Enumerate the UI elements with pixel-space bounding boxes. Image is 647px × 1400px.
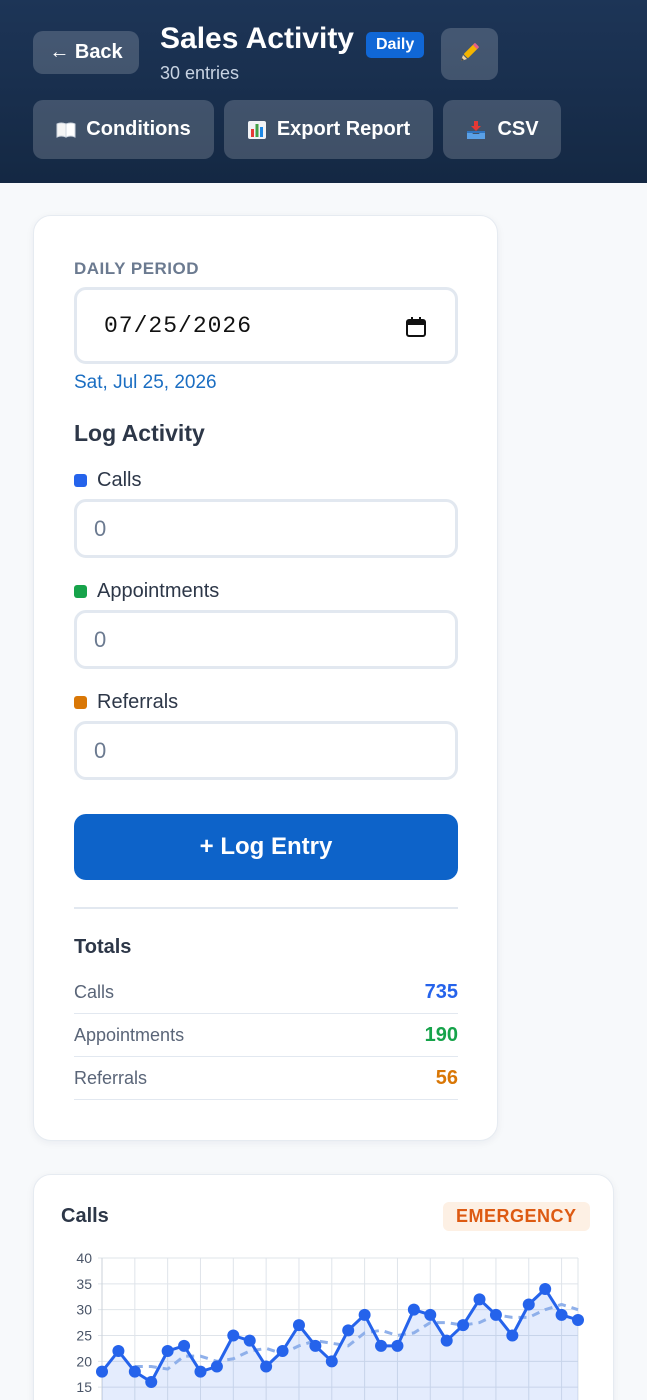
totals-calls-value: 735 [424, 980, 458, 1003]
y-tick-label: 25 [76, 1328, 92, 1344]
book-icon [56, 122, 76, 138]
referrals-input[interactable]: 0 [74, 721, 458, 780]
totals-appointments-label: Appointments [74, 1024, 185, 1045]
appointments-input-value: 0 [94, 626, 107, 652]
inbox-tray-icon [465, 120, 487, 140]
calls-data-point [161, 1345, 174, 1357]
conditions-label: Conditions [86, 118, 191, 140]
calls-data-point [375, 1339, 388, 1352]
pencil-icon [458, 40, 482, 69]
header: ← Back Sales Activity Daily 30 entries C… [0, 0, 647, 183]
calls-data-point [555, 1308, 568, 1321]
calls-label: Calls [97, 469, 142, 491]
appointments-field-label: Appointments [74, 580, 219, 603]
calls-data-point [473, 1293, 486, 1306]
back-button[interactable]: ← Back [33, 31, 139, 74]
totals-calls-label: Calls [74, 981, 115, 1002]
calls-data-point [407, 1303, 420, 1316]
divider [74, 907, 458, 909]
calls-data-point [309, 1339, 322, 1352]
calls-input[interactable]: 0 [74, 499, 458, 558]
calls-data-point [178, 1339, 191, 1352]
appointments-color-swatch [74, 585, 87, 598]
y-tick-label: 20 [76, 1353, 92, 1369]
date-input[interactable]: 07/25/2026 [74, 287, 458, 364]
log-entry-button[interactable]: + Log Entry [74, 814, 458, 880]
totals-appointments-value: 190 [424, 1023, 458, 1046]
calls-data-point [342, 1324, 355, 1337]
date-value: 07/25/2026 [104, 312, 253, 339]
totals-row-referrals: Referrals 56 [74, 1057, 458, 1100]
export-report-button[interactable]: Export Report [224, 100, 433, 159]
totals-row-calls: Calls 735 [74, 971, 458, 1014]
calls-data-point [522, 1298, 535, 1311]
calls-field-label: Calls [74, 469, 141, 492]
y-tick-label: 40 [76, 1250, 92, 1266]
y-tick-label: 30 [76, 1302, 92, 1318]
page-title: Sales Activity [160, 22, 354, 55]
totals-referrals-value: 56 [435, 1066, 458, 1089]
totals-heading: Totals [74, 936, 132, 958]
calls-data-point [358, 1308, 371, 1321]
edit-button[interactable] [441, 28, 498, 80]
calls-data-point [424, 1308, 437, 1321]
calls-color-swatch [74, 474, 87, 487]
calls-data-point [489, 1308, 502, 1321]
period-badge: Daily [366, 32, 425, 58]
y-tick-label: 35 [76, 1276, 92, 1292]
calendar-icon[interactable] [405, 316, 427, 345]
referrals-color-swatch [74, 696, 87, 709]
calls-data-point [145, 1376, 158, 1388]
conditions-button[interactable]: Conditions [33, 100, 214, 159]
calls-data-point [391, 1339, 404, 1352]
calls-data-point [128, 1365, 141, 1378]
calls-input-value: 0 [94, 515, 107, 541]
y-tick-label: 15 [76, 1379, 92, 1395]
calls-data-point [260, 1360, 273, 1373]
appointments-label: Appointments [97, 580, 220, 602]
calls-data-point [276, 1345, 289, 1357]
appointments-input[interactable]: 0 [74, 610, 458, 669]
calls-data-point [506, 1329, 519, 1342]
log-activity-heading: Log Activity [74, 420, 205, 446]
referrals-input-value: 0 [94, 737, 107, 763]
calls-data-point [292, 1319, 305, 1332]
export-report-label: Export Report [276, 118, 411, 140]
referrals-field-label: Referrals [74, 691, 178, 714]
calls-data-point [112, 1345, 125, 1357]
date-readable: Sat, Jul 25, 2026 [74, 372, 217, 393]
calls-data-point [325, 1355, 338, 1368]
calls-data-point [572, 1314, 584, 1326]
totals-row-appointments: Appointments 190 [74, 1014, 458, 1057]
calls-data-point [243, 1334, 256, 1347]
calls-data-point [194, 1365, 207, 1378]
calls-data-point [96, 1365, 108, 1378]
calls-chart-card: Calls EMERGENCY 40 35 30 25 20 15 [33, 1174, 614, 1400]
bar-chart-icon [247, 120, 267, 140]
calls-data-point [440, 1334, 453, 1347]
calls-data-point [210, 1360, 223, 1373]
calls-line-chart: 40 35 30 25 20 15 [76, 1250, 584, 1400]
log-activity-card: DAILY PERIOD 07/25/2026 Sat, Jul 25, 202… [33, 215, 498, 1141]
referrals-label: Referrals [97, 691, 179, 713]
period-label: DAILY PERIOD [74, 259, 200, 278]
totals-referrals-label: Referrals [74, 1067, 148, 1088]
entry-count: 30 entries [160, 63, 240, 83]
calls-data-point [457, 1319, 470, 1332]
csv-button[interactable]: CSV [443, 100, 561, 159]
calls-data-point [227, 1329, 240, 1342]
calls-data-point [539, 1283, 552, 1295]
csv-label: CSV [497, 118, 539, 140]
